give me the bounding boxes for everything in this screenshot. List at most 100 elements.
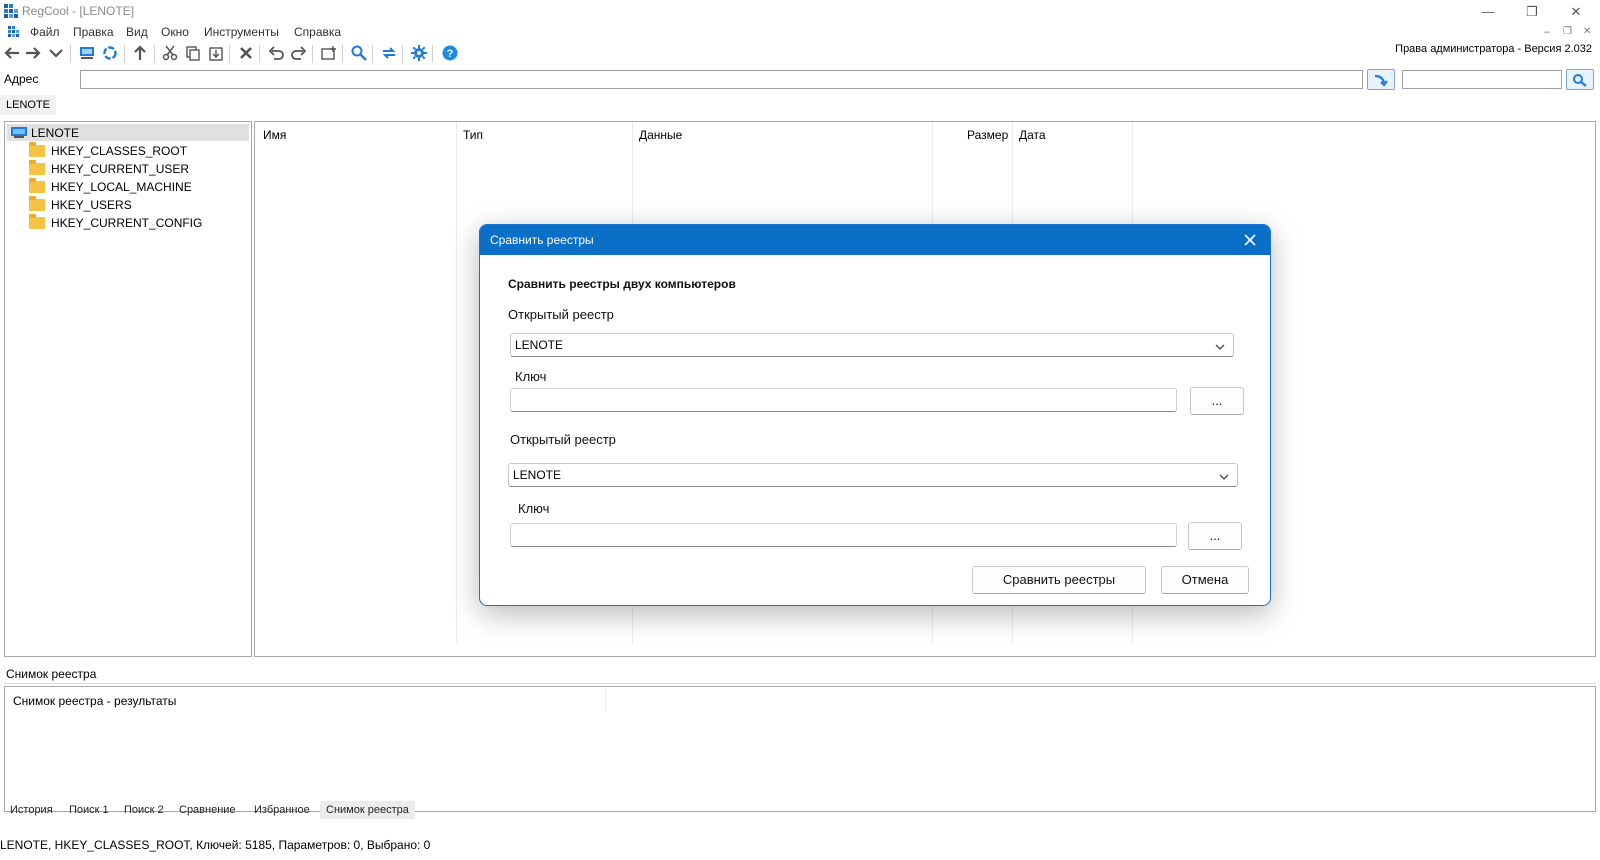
key2-input[interactable] — [510, 523, 1177, 547]
registry1-label: Открытый реестр — [508, 307, 614, 322]
snapshot-title: Снимок реестра — [6, 667, 97, 681]
settings-icon[interactable] — [409, 43, 429, 63]
menu-window[interactable]: Окно — [161, 25, 189, 39]
key2-label: Ключ — [518, 501, 550, 516]
up-arrow-icon[interactable] — [130, 43, 150, 63]
menu-edit[interactable]: Правка — [73, 25, 114, 39]
key1-label: Ключ — [515, 369, 547, 384]
column-data[interactable]: Данные — [639, 128, 682, 142]
browse-key1-button[interactable]: ... — [1190, 387, 1244, 415]
folder-icon — [29, 195, 45, 211]
registry2-select[interactable]: LENOTE — [508, 463, 1238, 487]
delete-icon[interactable] — [236, 43, 256, 63]
chevron-down-icon — [1219, 470, 1229, 484]
tree-pane: LENOTE HKEY_CLASSES_ROOT HKEY_CURRENT_US… — [4, 121, 252, 657]
dialog-title-bar: Сравнить реестры — [480, 225, 1270, 255]
menu-view[interactable]: Вид — [126, 25, 148, 39]
menu-help[interactable]: Справка — [294, 25, 341, 39]
tree-item-hkcr[interactable]: HKEY_CLASSES_ROOT — [29, 141, 188, 159]
folder-icon — [29, 177, 45, 193]
column-date[interactable]: Дата — [1019, 128, 1046, 142]
minimize-button[interactable]: — — [1468, 2, 1508, 22]
search-button[interactable] — [1566, 69, 1594, 90]
address-input[interactable] — [80, 70, 1363, 89]
tree-item-hklm[interactable]: HKEY_LOCAL_MACHINE — [29, 177, 192, 195]
dialog-heading: Сравнить реестры двух компьютеров — [508, 277, 736, 291]
tree-item-hkcu[interactable]: HKEY_CURRENT_USER — [29, 159, 190, 177]
tree-item-label: HKEY_CURRENT_CONFIG — [51, 215, 203, 230]
undo-icon[interactable] — [266, 43, 286, 63]
go-button[interactable] — [1367, 69, 1395, 90]
toolbar: ? Права администратора - Версия 2.032 — [0, 43, 1600, 65]
dialog-title: Сравнить реестры — [490, 233, 594, 247]
registry1-value: LENOTE — [515, 338, 564, 352]
mdi-minimize-button[interactable]: – — [1544, 26, 1550, 38]
close-window-button[interactable]: ✕ — [1556, 2, 1596, 22]
redo-icon[interactable] — [289, 43, 309, 63]
folder-icon — [29, 159, 45, 175]
mdi-restore-button[interactable]: ❐ — [1563, 26, 1572, 37]
tab-snapshot[interactable]: Снимок реестра — [320, 801, 415, 819]
snapshot-results-pane: Снимок реестра - результаты — [4, 686, 1596, 812]
compare-registries-button[interactable]: Сравнить реестры — [972, 566, 1146, 594]
tree-item-hkcc[interactable]: HKEY_CURRENT_CONFIG — [29, 213, 203, 231]
mdi-app-icon — [8, 26, 20, 38]
column-size[interactable]: Размер — [967, 128, 1008, 142]
back-arrow-icon[interactable] — [2, 43, 22, 63]
key1-input[interactable] — [510, 388, 1177, 412]
restore-button[interactable]: ❐ — [1512, 2, 1552, 22]
menu-bar: Файл Правка Вид Окно Инструменты Справка… — [0, 24, 1600, 42]
address-bar: Адрес — [0, 68, 1600, 90]
snapshot-results-label: Снимок реестра - результаты — [13, 694, 177, 708]
computer-icon — [11, 127, 27, 138]
svg-text:?: ? — [447, 48, 454, 60]
tree-root[interactable]: LENOTE — [7, 124, 249, 141]
tab-compare[interactable]: Сравнение — [173, 801, 242, 819]
registry1-select[interactable]: LENOTE — [510, 333, 1234, 357]
tab-search-1[interactable]: Поиск 1 — [63, 801, 115, 819]
registry2-value: LENOTE — [513, 468, 562, 482]
tab-history[interactable]: История — [4, 801, 59, 819]
snapshot-header: Снимок реестра — [4, 665, 1596, 684]
compare-registries-dialog: Сравнить реестры Сравнить реестры двух к… — [479, 224, 1271, 606]
tree-root-label: LENOTE — [31, 126, 80, 140]
dropdown-icon[interactable] — [46, 43, 66, 63]
breadcrumb[interactable]: LENOTE — [0, 95, 57, 115]
menu-tools[interactable]: Инструменты — [204, 25, 279, 39]
search-icon — [1573, 73, 1587, 87]
cut-icon[interactable] — [160, 43, 180, 63]
go-arrow-icon — [1374, 74, 1388, 87]
paste-icon[interactable] — [206, 43, 226, 63]
title-bar: RegCool - [LENOTE] — ❐ ✕ — [0, 0, 1600, 24]
cancel-button[interactable]: Отмена — [1161, 566, 1249, 594]
folder-icon — [29, 141, 45, 157]
registry2-label: Открытый реестр — [510, 432, 616, 447]
tree-item-hku[interactable]: HKEY_USERS — [29, 195, 132, 213]
new-key-icon[interactable] — [319, 43, 339, 63]
tree-item-label: HKEY_CURRENT_USER — [51, 161, 190, 176]
copy-icon[interactable] — [183, 43, 203, 63]
tab-search-2[interactable]: Поиск 2 — [118, 801, 170, 819]
close-icon[interactable] — [1240, 230, 1260, 250]
menu-file[interactable]: Файл — [30, 25, 60, 39]
app-logo-icon — [4, 4, 18, 18]
column-name[interactable]: Имя — [263, 128, 286, 142]
search-input[interactable] — [1402, 70, 1562, 89]
address-label: Адрес — [4, 72, 39, 86]
help-icon[interactable]: ? — [440, 43, 460, 63]
compare-icon[interactable] — [379, 43, 399, 63]
tab-favorites[interactable]: Избранное — [248, 801, 316, 819]
refresh-icon[interactable] — [100, 43, 120, 63]
admin-version-label: Права администратора - Версия 2.032 — [1395, 43, 1592, 55]
browse-key2-button[interactable]: ... — [1188, 522, 1242, 550]
mdi-close-button[interactable]: ✕ — [1583, 26, 1591, 37]
chevron-down-icon — [1215, 340, 1225, 354]
column-type[interactable]: Тип — [463, 128, 483, 142]
search-icon[interactable] — [349, 43, 369, 63]
forward-arrow-icon[interactable] — [23, 43, 43, 63]
status-bar: LENOTE, HKEY_CLASSES_ROOT, Ключей: 5185,… — [0, 838, 431, 852]
tree-item-label: HKEY_USERS — [51, 197, 132, 212]
window-title: RegCool - [LENOTE] — [22, 4, 135, 18]
tree-item-label: HKEY_CLASSES_ROOT — [51, 143, 188, 158]
computer-icon[interactable] — [77, 43, 97, 63]
